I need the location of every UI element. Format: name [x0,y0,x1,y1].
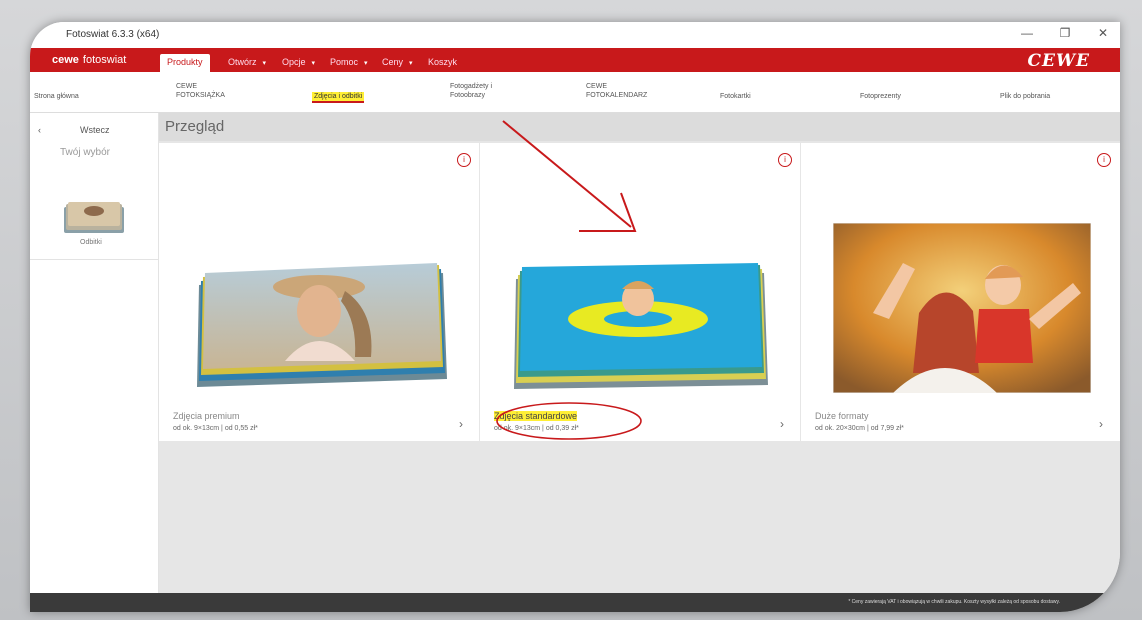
info-icon[interactable]: i [1097,153,1111,167]
tab-ceny[interactable]: Ceny ▾ [382,54,413,70]
product-name: Zdjęcia premium [173,411,240,421]
selection-thumbnail[interactable] [62,201,126,235]
nav-fotoprezenty[interactable]: Fotoprezenty [860,92,901,101]
annotation-arrow [502,120,637,232]
tab-produkty[interactable]: Produkty [160,54,210,72]
tab-koszyk[interactable]: Koszyk [428,54,457,70]
chevron-down-icon: ▾ [409,60,413,67]
standard-photos-image [514,263,768,389]
product-nav: Strona główna CEWE FOTOKSIĄŻKA Zdjęcia i… [30,72,1120,113]
brand-rest: fotoswiat [82,54,127,66]
nav-fotogadzety[interactable]: Fotogadżety i Fotoobrazy [450,82,514,100]
sidebar-divider [30,259,158,260]
close-button[interactable]: ✕ [1092,26,1114,40]
app-window: Fotoswiat 6.3.3 (x64) — ❐ ✕ cewe fotoswia… [30,22,1120,612]
maximize-button[interactable]: ❐ [1054,26,1076,40]
tab-otworz[interactable]: Otwórz ▾ [228,54,266,70]
nav-home[interactable]: Strona główna [34,92,79,101]
footer-note: * Ceny zawierają VAT i obowiązują w chwi… [848,599,1060,605]
thumbnail-label: Odbitki [80,239,102,246]
back-arrow-icon[interactable]: ‹ [38,125,41,135]
brand-strong: cewe [52,54,79,66]
info-icon[interactable]: i [778,153,792,167]
tab-opcje[interactable]: Opcje ▾ [282,54,315,70]
footer-bar: * Ceny zawierają VAT i obowiązują w chwi… [30,593,1120,612]
nav-fotoksiazka[interactable]: CEWE FOTOKSIĄŻKA [176,82,236,100]
product-price: od ok. 9×13cm | od 0,55 zł* [173,425,258,432]
chevron-right-icon[interactable]: › [1099,417,1103,431]
chevron-down-icon: ▾ [262,60,267,67]
back-button[interactable]: Wstecz [80,125,110,135]
tab-opcje-label: Opcje [282,57,306,67]
window-title: Fotoswiat 6.3.3 (x64) [66,29,160,40]
product-card-premium[interactable]: i Zdjęcia premium od ok. 9×13cm | od 0,5… [159,143,479,441]
main-content: Przegląd i Zdjęcia premium od ok. 9×13cm… [159,113,1120,593]
tab-pomoc[interactable]: Pomoc ▾ [330,54,368,70]
sidebar: ‹ Wstecz Twój wybór Odbitki [30,113,159,593]
page-title: Przegląd [165,118,225,135]
nav-fotokartki[interactable]: Fotokartki [720,92,751,101]
premium-photos-image [197,263,447,387]
tab-pomoc-label: Pomoc [330,57,359,67]
product-price: od ok. 20×30cm | od 7,99 zł* [815,425,904,432]
tab-otworz-label: Otwórz [228,57,257,67]
product-card-large-format[interactable]: i Duże formaty od ok. 20×30cm | od 7,99 … [801,143,1120,441]
large-format-image [833,223,1091,393]
menu-bar: cewe fotoswiat Produkty Otwórz ▾ Opcje ▾ Po… [30,48,1120,72]
brand-label: cewe fotoswiat [52,54,126,66]
nav-fotokalendarz[interactable]: CEWE FOTOKALENDARZ [586,82,666,100]
nav-zdjecia-odbitki[interactable]: Zdjęcia i odbitki [312,92,365,103]
info-icon[interactable]: i [457,153,471,167]
product-name: Duże formaty [815,411,869,421]
annotation-circle [496,402,642,440]
tab-ceny-label: Ceny [382,57,404,67]
minimize-button[interactable]: — [1016,26,1038,40]
chevron-right-icon[interactable]: › [459,417,463,431]
cewe-logo: CEWE [1027,51,1090,71]
chevron-down-icon: ▾ [364,60,368,67]
chevron-right-icon[interactable]: › [780,417,784,431]
nav-downloads[interactable]: Plik do pobrania [1000,92,1050,101]
chevron-down-icon: ▾ [311,60,316,67]
title-bar: Fotoswiat 6.3.3 (x64) — ❐ ✕ [30,22,1120,48]
your-selection-heading: Twój wybór [60,147,111,158]
